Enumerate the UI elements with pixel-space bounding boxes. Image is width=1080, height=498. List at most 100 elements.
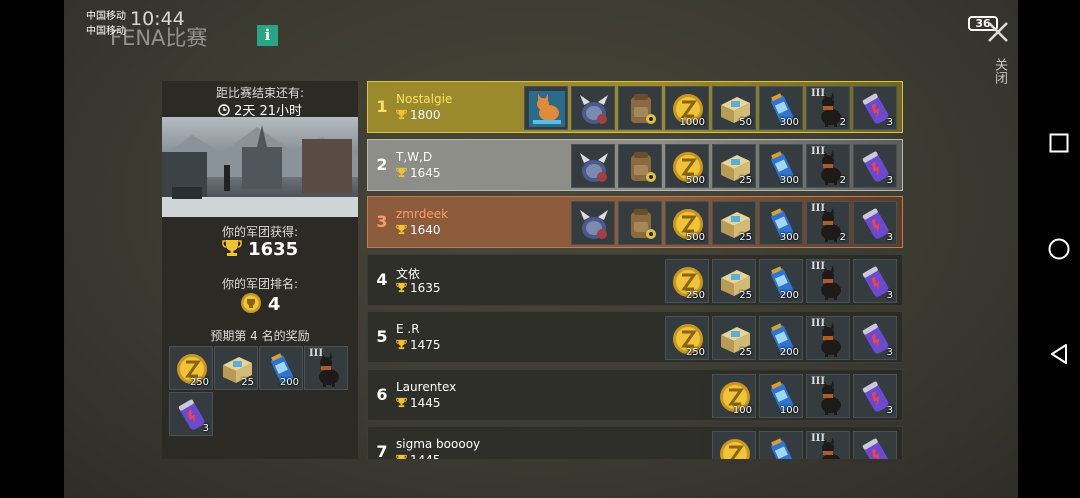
dog-reward-tile[interactable]: III 2 [806,201,850,245]
close-icon[interactable] [986,20,1010,44]
crate-reward-tile[interactable]: 25 [214,346,258,390]
trophy-icon [396,397,407,407]
game-screen: 中国移动 中国移动 10:44 FENA比赛 i 36 关闭 距比赛结束还有: … [64,0,1018,498]
crate-reward-tile[interactable]: 25 [712,316,756,360]
rank-number: 7 [376,442,388,459]
battery-reward-tile[interactable]: 300 [759,143,803,188]
tier-label: III [811,260,826,272]
dog-reward-tile[interactable]: III [806,316,850,360]
legion-earned-label: 你的军团获得: [221,225,299,239]
leaderboard-list[interactable]: 1 Nostalgie 1800 1000 50 300 III 2 3 2 T,W,D 1645 50… [367,81,903,459]
reward-items: III [712,431,897,459]
crate-reward-tile[interactable]: 25 [712,258,756,303]
cat-reward-tile[interactable] [524,86,568,130]
tier-label: III [811,88,826,99]
energy-can-reward-tile[interactable]: 3 [853,201,897,245]
dog-reward-tile[interactable]: III 2 [806,86,850,130]
tier-label: III [811,318,826,329]
dog-reward-tile[interactable]: III 2 [806,143,850,188]
battery-reward-tile[interactable]: 100 [759,373,803,418]
reward-quantity: 25 [739,347,752,358]
crate-reward-tile[interactable]: 50 [712,86,756,130]
backpack-reward-tile[interactable] [618,201,662,245]
battery-reward-tile[interactable]: 300 [759,201,803,245]
home-icon[interactable] [1048,238,1070,260]
player-name: T,W,D [396,149,433,164]
coin-reward-tile[interactable]: 250 [169,346,213,390]
dog-reward-tile[interactable]: III [806,258,850,303]
rank-number: 2 [376,154,388,174]
leaderboard-row[interactable]: 7 sigma booooy 1445 III [367,426,903,459]
battery-reward-tile[interactable]: 200 [759,316,803,360]
reward-items: 500 25 300 III 2 3 [571,143,897,188]
energy-can-reward-tile[interactable]: 3 [853,258,897,303]
reward-quantity: 25 [739,174,752,186]
tier-label: III [309,348,324,359]
reward-quantity: 3 [886,404,893,416]
leaderboard-row[interactable]: 5 E .R 1475 250 25 200 III 3 [367,311,903,363]
reward-quantity: 500 [685,232,705,243]
reward-quantity: 1000 [679,117,705,128]
coin-reward-tile[interactable]: 500 [665,143,709,188]
legion-rank-label: 你的军团排名: [221,277,299,291]
coin-reward-tile[interactable]: 250 [665,258,709,303]
reward-quantity: 200 [779,347,799,358]
back-icon[interactable] [1049,343,1069,365]
player-score: 1640 [410,223,441,237]
coin-reward-tile[interactable] [712,431,756,459]
reward-quantity: 300 [779,174,799,186]
energy-can-reward-tile[interactable]: 3 [853,143,897,188]
cat-icon [529,91,565,127]
clock-icon [218,104,230,116]
player-name: Laurentex [396,379,457,394]
backpack-icon [631,209,656,239]
dog-reward-tile[interactable]: III [304,346,348,390]
player-score: 1645 [410,165,441,180]
leaderboard-row[interactable]: 2 T,W,D 1645 500 25 300 III 2 3 [367,138,903,191]
tier-label: III [811,375,826,387]
backpack-icon [631,94,656,124]
crate-reward-tile[interactable]: 25 [712,201,756,245]
reward-quantity: 3 [202,423,209,434]
battery-reward-tile[interactable]: 200 [259,346,303,390]
energy-can-reward-tile[interactable]: 3 [853,86,897,130]
leaderboard-row[interactable]: 6 Laurentex 1445 100 100 III 3 [367,368,903,421]
leaderboard-row[interactable]: 1 Nostalgie 1800 1000 50 300 III 2 3 [367,81,903,133]
coin-reward-tile[interactable]: 250 [665,316,709,360]
leaderboard-row[interactable]: 4 文依 1635 250 25 200 III 3 [367,253,903,306]
cat-helmet-reward-tile[interactable] [571,201,615,245]
dog-reward-tile[interactable]: III [806,373,850,418]
backpack-reward-tile[interactable] [618,143,662,188]
coin-reward-tile[interactable]: 500 [665,201,709,245]
tournament-artwork [162,117,358,217]
energy-can-reward-tile[interactable] [853,431,897,459]
energy-can-reward-tile[interactable]: 3 [853,316,897,360]
leaderboard-row[interactable]: 3 zmrdeek 1640 500 25 300 III 2 3 [367,196,903,248]
reward-items: 1000 50 300 III 2 3 [524,86,897,130]
battery-reward-tile[interactable]: 200 [759,258,803,303]
reward-quantity: 200 [279,377,299,388]
battery-reward-tile[interactable] [759,431,803,459]
ends-label: 距比赛结束还有: [215,86,305,100]
tier-label: III [811,433,826,444]
energy-can-reward-tile[interactable]: 3 [169,392,213,436]
battery-reward-tile[interactable]: 300 [759,86,803,130]
trophy-icon [396,454,407,459]
reward-quantity: 500 [685,174,705,186]
trophy-icon [396,167,407,177]
energy-can-reward-tile[interactable]: 3 [853,373,897,418]
close-label[interactable]: 关闭 [990,58,1009,84]
reward-quantity: 200 [779,289,799,301]
cat-helmet-reward-tile[interactable] [571,86,615,130]
recent-apps-icon[interactable] [1049,133,1069,153]
coin-reward-tile[interactable]: 100 [712,373,756,418]
info-button[interactable]: i [257,25,278,46]
player-score: 1800 [410,108,441,122]
reward-quantity: 3 [886,174,893,186]
reward-quantity: 3 [886,117,893,128]
dog-reward-tile[interactable]: III [806,431,850,459]
coin-reward-tile[interactable]: 1000 [665,86,709,130]
cat-helmet-reward-tile[interactable] [571,143,615,188]
crate-reward-tile[interactable]: 25 [712,143,756,188]
backpack-reward-tile[interactable] [618,86,662,130]
